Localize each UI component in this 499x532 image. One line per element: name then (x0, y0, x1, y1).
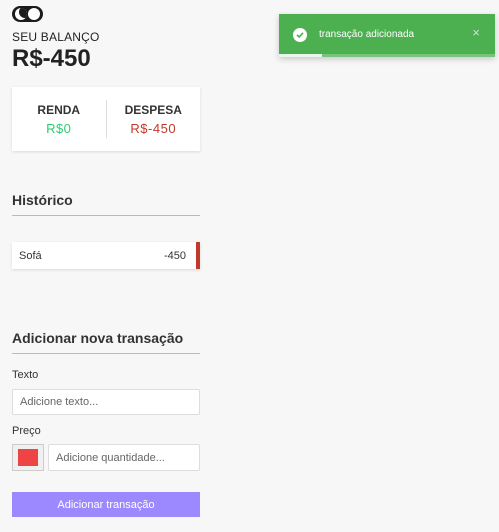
transaction-text: Sofá (19, 249, 42, 262)
form-divider (12, 353, 200, 354)
history-divider (12, 215, 200, 216)
expense-label: DESPESA (124, 102, 182, 117)
income-value: R$0 (46, 120, 72, 136)
color-swatch (18, 449, 38, 466)
income-label: RENDA (37, 102, 81, 117)
toast-progress-track (279, 54, 495, 57)
balance-value: R$-450 (12, 45, 91, 72)
toast-progress-bar (279, 54, 323, 57)
check-circle-icon (293, 28, 307, 42)
price-label: Preço (12, 425, 41, 437)
moon-icon (15, 8, 27, 20)
list-item[interactable]: Sofá -450 (12, 242, 200, 269)
text-label: Texto (12, 369, 39, 381)
close-icon[interactable]: × (472, 25, 480, 40)
expense-value: R$-450 (130, 120, 177, 136)
transaction-amount: -450 (163, 249, 186, 262)
expense-column: DESPESA R$-450 (107, 103, 201, 136)
toast-notification: transação adicionada × (279, 14, 495, 57)
theme-toggle[interactable] (12, 6, 43, 22)
toast-message: transação adicionada (319, 29, 415, 40)
income-column: RENDA R$0 (12, 103, 106, 136)
balance-label: SEU BALANÇO (12, 30, 100, 44)
toggle-knob (28, 8, 40, 20)
amount-input[interactable] (48, 444, 200, 471)
text-input[interactable] (12, 389, 200, 415)
history-title: Histórico (12, 192, 73, 208)
income-expense-summary: RENDA R$0 DESPESA R$-450 (12, 87, 200, 151)
add-transaction-button[interactable]: Adicionar transação (12, 492, 200, 517)
form-title: Adicionar nova transação (12, 330, 184, 346)
color-picker[interactable] (12, 444, 44, 471)
